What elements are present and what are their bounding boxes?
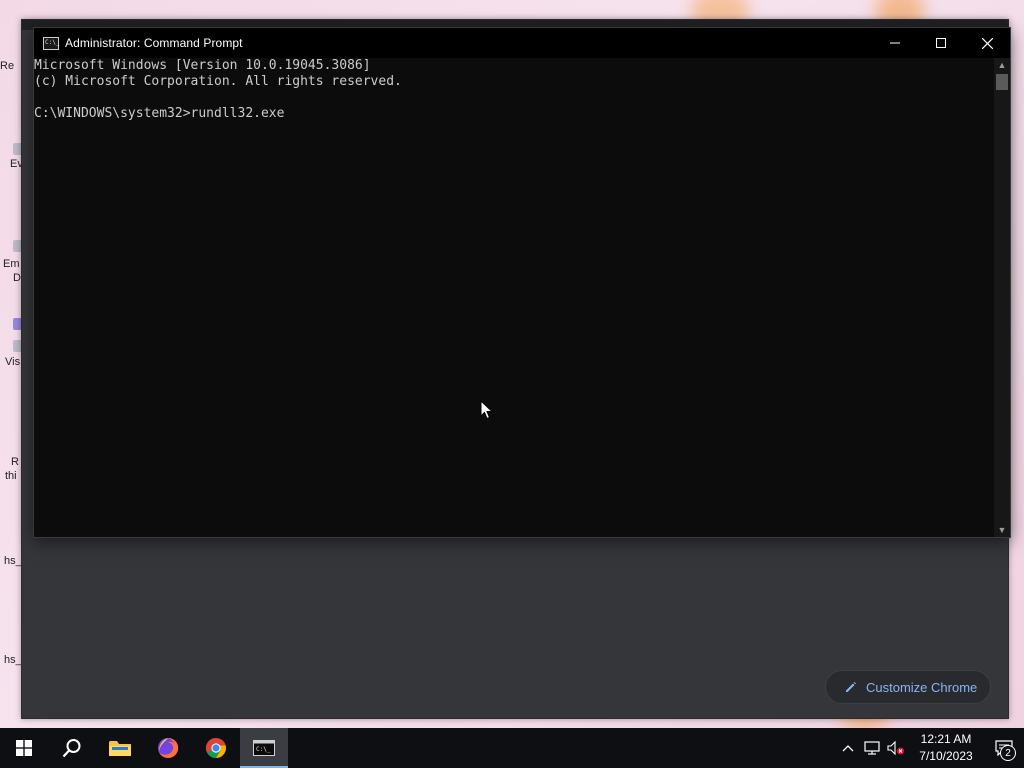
taskbar: C:\_ 12:21 AM 7/10/2023 2 <box>0 728 1024 768</box>
maximize-button[interactable] <box>918 28 964 58</box>
folder-icon <box>109 741 131 756</box>
windows-logo-icon <box>16 740 32 756</box>
customize-chrome-button[interactable]: Customize Chrome <box>825 670 991 704</box>
close-icon <box>981 37 993 49</box>
file-explorer-button[interactable] <box>96 728 144 768</box>
chrome-button[interactable] <box>192 728 240 768</box>
cmd-app-icon <box>43 36 59 50</box>
customize-chrome-label: Customize Chrome <box>866 679 978 695</box>
system-tray: 12:21 AM 7/10/2023 2 <box>836 728 1024 768</box>
network-button[interactable] <box>860 728 884 768</box>
command-prompt-taskbar-button[interactable]: C:\_ <box>240 728 288 768</box>
maximize-icon <box>936 38 946 48</box>
minimize-button[interactable] <box>872 28 918 58</box>
minimize-icon <box>890 42 900 44</box>
firefox-button[interactable] <box>144 728 192 768</box>
vertical-scrollbar[interactable]: ▲ ▼ <box>994 58 1010 537</box>
search-icon <box>62 739 81 758</box>
search-button[interactable] <box>48 728 96 768</box>
console-prompt-line: C:\WINDOWS\system32>rundll32.exe <box>34 106 285 121</box>
window-title: Administrator: Command Prompt <box>65 36 243 50</box>
speaker-muted-icon <box>887 741 904 755</box>
pencil-icon <box>846 682 856 692</box>
window-controls <box>872 28 1010 58</box>
desktop-icon-label[interactable]: Re <box>0 60 22 72</box>
chrome-icon <box>205 737 226 759</box>
console-output[interactable]: Microsoft Windows [Version 10.0.19045.30… <box>34 58 994 537</box>
scroll-up-icon[interactable]: ▲ <box>994 58 1010 72</box>
title-bar[interactable]: Administrator: Command Prompt <box>34 28 1010 58</box>
console-line: Microsoft Windows [Version 10.0.19045.30… <box>34 58 371 73</box>
scroll-down-icon[interactable]: ▼ <box>994 523 1010 537</box>
svg-text:C:\_: C:\_ <box>256 746 271 753</box>
console-line: (c) Microsoft Corporation. All rights re… <box>34 74 402 89</box>
scroll-thumb[interactable] <box>996 74 1008 90</box>
action-center-button[interactable]: 2 <box>984 728 1024 768</box>
clock-time: 12:21 AM <box>920 732 972 746</box>
notification-count-badge: 2 <box>1000 745 1016 761</box>
start-button[interactable] <box>0 728 48 768</box>
clock-date: 7/10/2023 <box>919 749 973 763</box>
show-hidden-icons-button[interactable] <box>836 728 860 768</box>
chevron-up-icon <box>842 745 854 752</box>
mouse-pointer-icon <box>480 400 494 420</box>
clock[interactable]: 12:21 AM 7/10/2023 <box>908 731 984 765</box>
command-prompt-window[interactable]: Administrator: Command Prompt Microsoft … <box>33 27 1011 538</box>
volume-button[interactable] <box>884 728 908 768</box>
close-button[interactable] <box>964 28 1010 58</box>
network-icon <box>864 741 880 755</box>
firefox-icon <box>158 737 179 758</box>
cmd-icon: C:\_ <box>253 740 275 756</box>
